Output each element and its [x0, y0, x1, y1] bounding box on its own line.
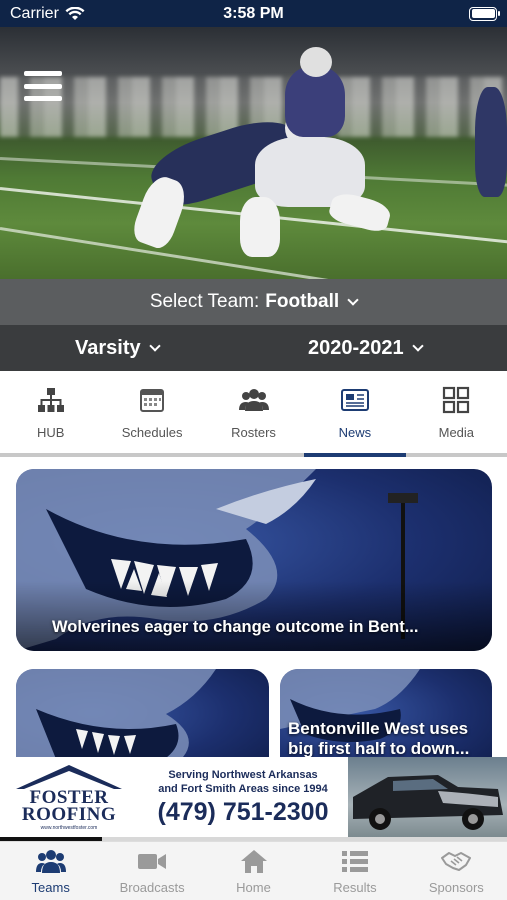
tab-schedules[interactable]: Schedules — [101, 371, 202, 453]
tab-broadcasts-label: Broadcasts — [119, 879, 185, 895]
chevron-down-icon — [347, 293, 359, 306]
calendar-icon — [140, 388, 165, 412]
news-feed: Wolverines eager to change outcome in Be… — [0, 457, 507, 757]
newspaper-icon — [340, 388, 369, 411]
chevron-down-icon — [411, 340, 424, 352]
tab-sponsors[interactable]: Sponsors — [406, 842, 507, 900]
player-leg — [327, 189, 393, 235]
handshake-icon — [441, 851, 472, 871]
tab-media-label: Media — [438, 424, 475, 440]
player-figure — [475, 87, 507, 197]
team-selector-value: Football — [265, 291, 340, 312]
team-selector[interactable]: Select Team: Football — [0, 279, 507, 325]
player-leg — [240, 197, 280, 257]
ad-brand-url: www.northwestfoster.com — [40, 825, 98, 831]
roof-logo-icon — [16, 765, 122, 789]
tab-hub[interactable]: HUB — [0, 371, 101, 453]
news-title: Bentonville West uses big first half to … — [288, 719, 470, 757]
battery-icon — [469, 6, 500, 21]
grid-icon — [443, 386, 470, 413]
tab-home-label: Home — [236, 879, 271, 895]
news-title: Wolverines eager to change outcome in Be… — [52, 618, 419, 636]
list-icon — [341, 850, 368, 872]
truck-image — [348, 757, 507, 837]
tab-teams-label: Teams — [31, 879, 70, 895]
status-bar: Carrier 3:58 PM — [0, 0, 507, 27]
bottom-tab-bar: Teams Broadcasts Home Results Sponsors — [0, 841, 507, 900]
tab-results-label: Results — [333, 879, 377, 895]
player-figure — [285, 67, 345, 137]
tab-news[interactable]: News — [304, 371, 407, 457]
tab-hub-label: HUB — [36, 424, 65, 440]
ad-logo: FOSTER ROOFING www.northwestfoster.com — [0, 757, 138, 837]
tab-schedules-label: Schedules — [121, 424, 183, 440]
carrier-label: Carrier — [10, 4, 59, 22]
carrier-group: Carrier — [10, 5, 85, 23]
tab-results[interactable]: Results — [304, 842, 405, 900]
tab-teams[interactable]: Teams — [0, 842, 101, 900]
video-camera-icon — [138, 853, 167, 869]
ad-text: Serving Northwest Arkansas and Fort Smit… — [138, 757, 348, 837]
sponsor-ad-banner[interactable]: FOSTER ROOFING www.northwestfoster.com S… — [0, 757, 507, 837]
wifi-icon — [65, 6, 85, 20]
hero-image — [0, 27, 507, 279]
team-selector-prefix: Select Team: — [149, 291, 260, 312]
people-icon — [238, 388, 269, 411]
news-card[interactable]: Bentonville West uses big first half to … — [280, 669, 492, 757]
tab-news-label: News — [338, 424, 372, 440]
ad-tagline-2: and Fort Smith Areas since 1994 — [158, 782, 328, 795]
wolverine-mascot-image — [16, 669, 216, 757]
tab-broadcasts[interactable]: Broadcasts — [101, 842, 202, 900]
team-section-tabs: HUB Schedules Rosters News Media — [0, 371, 507, 457]
tab-sponsors-label: Sponsors — [428, 879, 484, 895]
tab-rosters[interactable]: Rosters — [203, 371, 304, 453]
level-value: Varsity — [75, 337, 141, 359]
tab-media[interactable]: Media — [406, 371, 507, 453]
level-season-bar: Varsity 2020-2021 — [0, 325, 507, 371]
chevron-down-icon — [148, 340, 161, 352]
news-card[interactable] — [16, 669, 269, 757]
stadium-light — [388, 493, 418, 503]
teams-icon — [35, 849, 66, 873]
ad-phone: (479) 751-2300 — [157, 797, 329, 826]
ad-tagline-1: Serving Northwest Arkansas — [168, 768, 318, 781]
hub-icon — [37, 387, 64, 412]
news-card-featured[interactable]: Wolverines eager to change outcome in Be… — [16, 469, 492, 651]
level-dropdown[interactable]: Varsity — [75, 337, 161, 360]
tab-home[interactable]: Home — [203, 842, 304, 900]
ad-brand-line2: ROOFING — [21, 804, 117, 825]
season-dropdown[interactable]: 2020-2021 — [308, 337, 424, 360]
hamburger-menu-icon[interactable] — [24, 71, 62, 101]
player-helmet — [300, 47, 332, 77]
season-value: 2020-2021 — [308, 337, 404, 359]
home-icon — [240, 849, 267, 873]
tab-rosters-label: Rosters — [231, 424, 276, 440]
